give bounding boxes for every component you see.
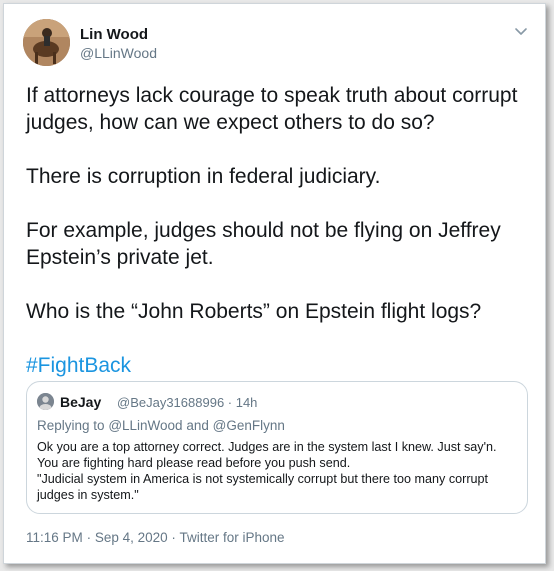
author-avatar[interactable] — [23, 19, 70, 66]
tweet-paragraph: If attorneys lack courage to speak truth… — [26, 84, 518, 134]
quoted-avatar — [37, 393, 54, 410]
quoted-tweet[interactable]: BeJay @BeJay31688996 · 14h Replying to @… — [26, 381, 528, 514]
author-name[interactable]: Lin Wood — [80, 26, 148, 43]
mention-link[interactable]: @LLinWood — [108, 418, 182, 433]
tweet-paragraph: There is corruption in federal judiciary… — [26, 165, 381, 188]
tweet-time[interactable]: 11:16 PM — [26, 530, 83, 545]
tweet-source[interactable]: Twitter for iPhone — [179, 530, 284, 545]
quoted-line: judges in system." — [37, 488, 139, 502]
mention-link[interactable]: @GenFlynn — [213, 418, 285, 433]
tweet-footer: 11:16 PM · Sep 4, 2020 · Twitter for iPh… — [26, 530, 284, 545]
separator: · — [86, 530, 92, 545]
tweet-paragraph: For example, judges should not be flying… — [26, 219, 501, 269]
tweet-text: If attorneys lack courage to speak truth… — [26, 82, 526, 379]
replying-prefix: Replying to — [37, 418, 105, 433]
quoted-line: You are fighting hard please read before… — [37, 456, 351, 470]
tweet-card: Lin Wood @LLinWood If attorneys lack cou… — [3, 3, 546, 564]
separator: · — [171, 530, 176, 545]
hashtag-link[interactable]: #FightBack — [26, 352, 526, 379]
quoted-author-name: BeJay — [60, 394, 102, 410]
quoted-text: Ok you are a top attorney correct. Judge… — [37, 439, 522, 503]
quoted-line: Ok you are a top attorney correct. Judge… — [37, 440, 497, 454]
replying-and: and — [186, 418, 209, 433]
tweet-paragraph: Who is the “John Roberts” on Epstein fli… — [26, 300, 482, 323]
chevron-down-icon[interactable] — [512, 22, 530, 40]
replying-to: Replying to @LLinWood and @GenFlynn — [37, 418, 285, 433]
tweet-date[interactable]: Sep 4, 2020 — [95, 530, 168, 545]
author-handle[interactable]: @LLinWood — [80, 45, 157, 61]
quoted-handle-time: @BeJay31688996 · 14h — [117, 395, 258, 410]
quoted-line: "Judicial system in America is not syste… — [37, 472, 489, 486]
